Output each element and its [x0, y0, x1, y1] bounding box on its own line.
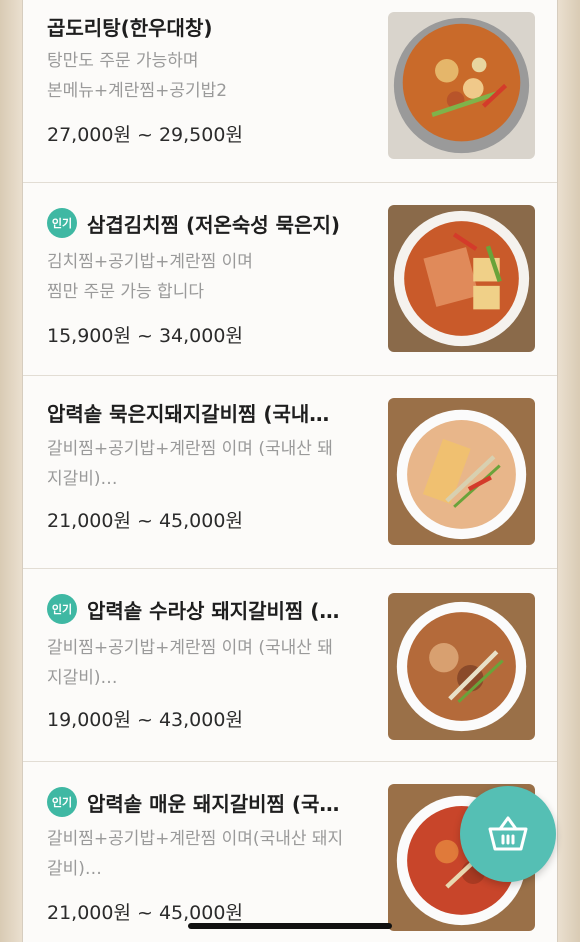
menu-item-title: 압력솥 수라상 돼지갈비찜 (…: [87, 598, 340, 623]
menu-item-price: 21,000원 ~ 45,000원: [47, 510, 243, 532]
left-border-decoration: [0, 0, 22, 942]
right-border-decoration: [558, 0, 580, 942]
cart-button[interactable]: [460, 786, 556, 882]
menu-item-description: 갈비찜+공기밥+계란찜 이며(국내산 돼지 갈비)…: [47, 829, 344, 879]
menu-item-title: 곱도리탕(한우대창): [47, 15, 213, 40]
menu-item-price: 15,900원 ~ 34,000원: [47, 325, 243, 347]
menu-item-price: 21,000원 ~ 45,000원: [47, 902, 243, 924]
menu-item[interactable]: 인기 삼겹김치찜 (저온숙성 묵은지) 김치찜+공기밥+계란찜 이며 찜만 주문…: [23, 183, 557, 376]
menu-item-description: 탕만도 주문 가능하며 본메뉴+계란찜+공기밥2: [47, 51, 228, 101]
menu-item-description: 갈비찜+공기밥+계란찜 이며 (국내산 돼 지갈비)…: [47, 638, 333, 688]
menu-item-title: 압력솥 매운 돼지갈비찜 (국…: [87, 791, 340, 816]
popular-badge: 인기: [47, 787, 77, 817]
menu-item-price: 27,000원 ~ 29,500원: [47, 124, 243, 146]
popular-badge: 인기: [47, 208, 77, 238]
menu-item-photo: [388, 12, 535, 159]
menu-item-description: 김치찜+공기밥+계란찜 이며 찜만 주문 가능 합니다: [47, 252, 253, 302]
menu-item[interactable]: 압력솥 묵은지돼지갈비찜 (국내… 갈비찜+공기밥+계란찜 이며 (국내산 돼 …: [23, 376, 557, 569]
menu-item-photo: [388, 205, 535, 352]
home-indicator: [188, 923, 392, 929]
menu-item[interactable]: 곱도리탕(한우대창) 탕만도 주문 가능하며 본메뉴+계란찜+공기밥2 27,0…: [23, 0, 557, 183]
menu-item-title: 압력솥 묵은지돼지갈비찜 (국내…: [47, 401, 330, 426]
menu-item-price: 19,000원 ~ 43,000원: [47, 709, 243, 731]
popular-badge: 인기: [47, 594, 77, 624]
menu-item[interactable]: 인기 압력솥 수라상 돼지갈비찜 (… 갈비찜+공기밥+계란찜 이며 (국내산 …: [23, 569, 557, 762]
menu-item-photo: [388, 593, 535, 740]
menu-item-description: 갈비찜+공기밥+계란찜 이며 (국내산 돼 지갈비)…: [47, 439, 333, 489]
menu-item-title: 삼겹김치찜 (저온숙성 묵은지): [87, 212, 341, 237]
basket-icon: [488, 816, 528, 851]
menu-item-photo: [388, 398, 535, 545]
